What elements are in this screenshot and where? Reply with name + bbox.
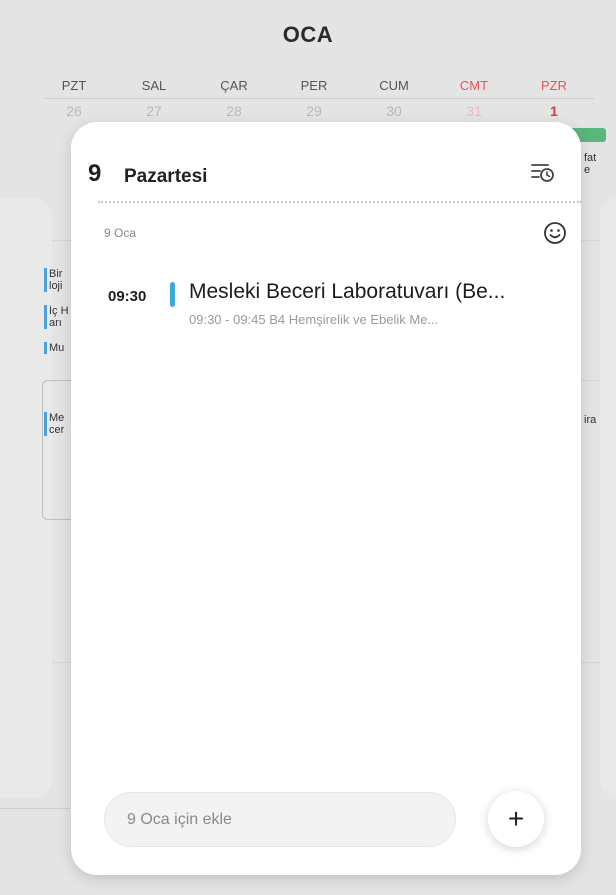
weekday-sat: CMT bbox=[459, 78, 489, 93]
day-detail-sheet bbox=[71, 122, 581, 875]
date-cell[interactable]: 27 bbox=[124, 103, 184, 119]
event-color-bar bbox=[170, 282, 175, 307]
plus-icon: + bbox=[507, 803, 525, 834]
add-event-button[interactable]: + bbox=[488, 791, 544, 847]
weekday-thu: PER bbox=[300, 78, 328, 93]
event-label[interactable]: fat e bbox=[582, 152, 616, 176]
event-label[interactable]: ira bbox=[582, 414, 614, 426]
smiley-icon[interactable] bbox=[541, 219, 569, 247]
weekday-sun: PZR bbox=[541, 78, 567, 93]
event-time: 09:30 bbox=[108, 288, 147, 305]
date-cell[interactable]: 30 bbox=[364, 103, 424, 119]
weekday-tue: SAL bbox=[141, 78, 167, 93]
weekday-mon: PZT bbox=[61, 78, 87, 93]
date-cell[interactable]: 29 bbox=[284, 103, 344, 119]
weekday-wed: ÇAR bbox=[220, 78, 248, 93]
divider bbox=[44, 98, 594, 99]
right-side-card bbox=[600, 198, 616, 798]
event-title: Mesleki Beceri Laboratuvarı (Be... bbox=[189, 280, 506, 303]
date-label: 9 Oca bbox=[104, 226, 137, 240]
date-cell[interactable]: 28 bbox=[204, 103, 264, 119]
date-cell[interactable]: 31 bbox=[444, 103, 504, 119]
weekday-header: PZT SAL ÇAR PER CUM CMT PZR bbox=[44, 78, 594, 98]
day-name: Pazartesi bbox=[124, 166, 208, 187]
day-number: 9 bbox=[88, 160, 102, 187]
month-title[interactable]: OCA bbox=[0, 22, 616, 48]
date-cell[interactable]: 26 bbox=[44, 103, 104, 119]
date-cell[interactable]: 1 bbox=[524, 103, 584, 119]
weekday-fri: CUM bbox=[379, 78, 409, 93]
schedule-list-icon[interactable] bbox=[528, 158, 562, 188]
add-event-input[interactable]: 9 Oca için ekle bbox=[104, 792, 456, 847]
divider bbox=[0, 808, 70, 809]
event-subtitle: 09:30 - 09:45 B4 Hemşirelik ve Ebelik Me… bbox=[189, 312, 439, 327]
header-divider bbox=[98, 201, 582, 203]
add-event-placeholder: 9 Oca için ekle bbox=[127, 810, 232, 828]
